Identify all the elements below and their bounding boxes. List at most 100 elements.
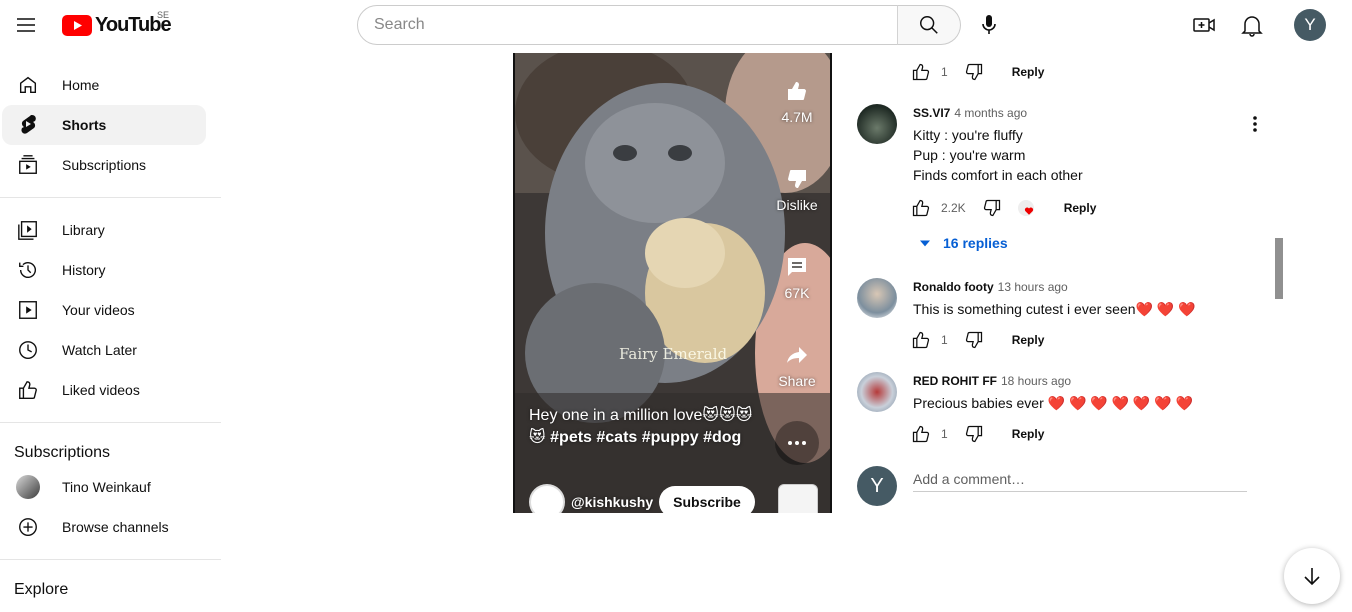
caption-hashtags[interactable]: #pets #cats #puppy #dog bbox=[550, 429, 741, 446]
sidebar-item-shorts[interactable]: Shorts bbox=[2, 105, 206, 145]
notifications-button[interactable] bbox=[1236, 9, 1268, 41]
menu-button[interactable] bbox=[10, 9, 42, 41]
video-watermark: Fairy Emerald bbox=[619, 345, 728, 363]
view-replies-button[interactable]: 16 replies bbox=[915, 233, 1008, 253]
comment-actions: 2.2K Reply bbox=[909, 192, 1096, 224]
comment-dislike-button[interactable] bbox=[980, 196, 1004, 220]
add-comment-input[interactable]: Add a comment… bbox=[913, 466, 1247, 492]
more-options-button[interactable] bbox=[775, 421, 819, 465]
comment-time[interactable]: 13 hours ago bbox=[998, 280, 1068, 294]
liked-videos-icon bbox=[16, 378, 40, 402]
comment-reply-button[interactable]: Reply bbox=[1012, 427, 1045, 441]
sound-thumbnail[interactable] bbox=[778, 484, 818, 513]
thumbs-down-icon bbox=[965, 331, 982, 349]
search-button[interactable] bbox=[897, 5, 961, 45]
comment-header: RED ROHIT FF 18 hours ago bbox=[913, 374, 1071, 388]
comment-actions: 1 Reply bbox=[909, 418, 1044, 450]
comment-dislike-button[interactable] bbox=[962, 422, 986, 446]
comment-avatar[interactable] bbox=[857, 278, 897, 318]
add-circle-icon bbox=[16, 515, 40, 539]
comment-author[interactable]: Ronaldo footy bbox=[913, 280, 994, 294]
shorts-video-player[interactable]: Fairy Emerald 4.7M Dislike 67K Share Hey… bbox=[513, 53, 832, 513]
comment-text: This is something cutest i ever seen❤️ ❤… bbox=[913, 301, 1196, 317]
dislike-button[interactable]: Dislike bbox=[767, 167, 827, 213]
create-button[interactable] bbox=[1188, 9, 1220, 41]
like-button[interactable]: 4.7M bbox=[767, 79, 827, 125]
creator-heart-icon bbox=[1014, 196, 1038, 220]
voice-search-button[interactable] bbox=[972, 8, 1006, 42]
video-caption: Hey one in a million love😻😻😻😻 #pets #cat… bbox=[529, 405, 759, 449]
bell-icon bbox=[1241, 16, 1263, 37]
dislike-label: Dislike bbox=[776, 197, 818, 213]
search-icon bbox=[920, 16, 938, 34]
share-button[interactable]: Share bbox=[767, 343, 827, 389]
subscriptions-heading: Subscriptions bbox=[14, 444, 111, 461]
comment-actions: 1 Reply bbox=[909, 56, 1044, 88]
thumbs-down-icon bbox=[965, 425, 982, 443]
comment-reply-button[interactable]: Reply bbox=[1012, 333, 1045, 347]
sidebar-item-watch-later[interactable]: Watch Later bbox=[2, 330, 206, 370]
comment-like-button[interactable] bbox=[909, 60, 933, 84]
comment-menu-button[interactable] bbox=[1243, 112, 1267, 136]
channel-avatar[interactable] bbox=[529, 484, 565, 513]
thumbs-up-icon bbox=[912, 331, 930, 349]
comment-dislike-button[interactable] bbox=[962, 328, 986, 352]
sidebar-item-browse-channels[interactable]: Browse channels bbox=[2, 507, 206, 547]
account-avatar[interactable]: Y bbox=[1294, 9, 1326, 41]
comment-text: Finds comfort in each other bbox=[913, 167, 1083, 183]
sidebar-item-history[interactable]: History bbox=[2, 250, 206, 290]
replies-count: 16 replies bbox=[943, 235, 1008, 251]
sidebar-item-label: Home bbox=[62, 77, 100, 93]
sidebar-item-library[interactable]: Library bbox=[2, 210, 206, 250]
more-vertical-icon bbox=[1253, 116, 1257, 132]
next-video-button[interactable] bbox=[1284, 548, 1340, 604]
comment-like-button[interactable] bbox=[909, 196, 933, 220]
comment-author[interactable]: SS.VI7 bbox=[913, 106, 950, 120]
comment-reply-button[interactable]: Reply bbox=[1012, 65, 1045, 79]
comment-text: Precious babies ever ❤️ ❤️ ❤️ ❤️ ❤️ ❤️ ❤… bbox=[913, 395, 1193, 411]
thumbs-up-icon bbox=[912, 425, 930, 443]
comment-avatar[interactable] bbox=[857, 372, 897, 412]
comment-dislike-button[interactable] bbox=[962, 60, 986, 84]
search-input[interactable] bbox=[374, 16, 881, 34]
comment-count: 67K bbox=[784, 285, 810, 301]
sidebar-item-home[interactable]: Home bbox=[2, 65, 206, 105]
more-horizontal-icon bbox=[788, 441, 806, 445]
channel-name[interactable]: @kishkushy bbox=[571, 494, 653, 510]
sidebar-item-label: Browse channels bbox=[62, 519, 169, 535]
shorts-icon bbox=[16, 113, 40, 137]
arrow-down-icon bbox=[1304, 568, 1320, 586]
comment-author[interactable]: RED ROHIT FF bbox=[913, 374, 997, 388]
sidebar-item-subscriptions[interactable]: Subscriptions bbox=[2, 145, 206, 185]
comment-like-count: 1 bbox=[941, 65, 948, 79]
comments-scrollbar[interactable] bbox=[1275, 238, 1283, 299]
comments-button[interactable]: 67K bbox=[767, 255, 827, 301]
comment-icon bbox=[788, 258, 806, 276]
sidebar-item-your-videos[interactable]: Your videos bbox=[2, 290, 206, 330]
channel-avatar bbox=[16, 475, 40, 499]
video-channel: @kishkushy Subscribe bbox=[529, 484, 755, 513]
history-icon bbox=[16, 258, 40, 282]
comment-time[interactable]: 4 months ago bbox=[954, 106, 1027, 120]
my-avatar: Y bbox=[857, 466, 897, 506]
sidebar-item-label: Tino Weinkauf bbox=[62, 479, 151, 495]
search-box bbox=[357, 5, 898, 45]
sidebar-item-label: Watch Later bbox=[62, 342, 137, 358]
thumbs-down-icon bbox=[983, 199, 1000, 217]
comment-time[interactable]: 18 hours ago bbox=[1001, 374, 1071, 388]
subscriptions-icon bbox=[16, 153, 40, 177]
sidebar-item-label: Shorts bbox=[62, 117, 107, 133]
comment-like-count: 2.2K bbox=[941, 201, 966, 215]
thumbs-down-icon bbox=[965, 63, 982, 81]
comment-like-button[interactable] bbox=[909, 422, 933, 446]
comment-like-button[interactable] bbox=[909, 328, 933, 352]
thumbs-down-icon bbox=[788, 170, 806, 188]
subscribe-button[interactable]: Subscribe bbox=[659, 486, 755, 513]
comment-reply-button[interactable]: Reply bbox=[1064, 201, 1097, 215]
sidebar-divider bbox=[0, 422, 221, 423]
comment-actions: 1 Reply bbox=[909, 324, 1044, 356]
youtube-logo[interactable]: YouTube bbox=[62, 14, 172, 36]
sidebar-subscription-tino-weinkauf[interactable]: Tino Weinkauf bbox=[2, 467, 206, 507]
sidebar-item-liked-videos[interactable]: Liked videos bbox=[2, 370, 206, 410]
comment-avatar[interactable] bbox=[857, 104, 897, 144]
